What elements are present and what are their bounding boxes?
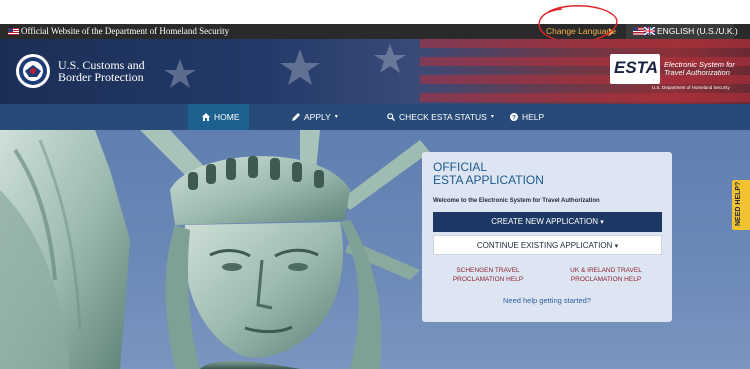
esta-department-text: U.S. Department of Homeland Security	[652, 85, 730, 90]
us-flag-icon	[8, 28, 19, 35]
nav-check-esta-status[interactable]: CHECK ESTA STATUS ▾	[387, 104, 494, 130]
schengen-proclamation-link[interactable]: SCHENGEN TRAVEL PROCLAMATION HELP	[438, 266, 538, 284]
nav-help[interactable]: ? HELP	[510, 104, 544, 130]
card-title: OFFICIAL ESTA APPLICATION	[433, 160, 544, 187]
create-new-application-button[interactable]: CREATE NEW APPLICATION ▾	[433, 212, 662, 232]
continue-existing-application-button[interactable]: CONTINUE EXISTING APPLICATION ▾	[433, 235, 662, 255]
home-icon	[202, 113, 210, 121]
caret-right-icon	[609, 28, 614, 36]
esta-logo: ESTA Electronic System for Travel Author…	[610, 54, 740, 92]
language-label[interactable]: ENGLISH (U.S./U.K.)	[657, 26, 738, 36]
caret-down-icon: ▾	[334, 114, 338, 120]
welcome-text: Welcome to the Electronic System for Tra…	[433, 198, 600, 204]
header-banner: U.S. Customs and Border Protection ESTA …	[0, 39, 750, 104]
esta-application-card: OFFICIAL ESTA APPLICATION Welcome to the…	[422, 152, 672, 322]
need-help-tab[interactable]: NEED HELP?	[732, 180, 750, 230]
dhs-seal-logo	[16, 54, 50, 88]
caret-down-icon: ▾	[614, 243, 619, 250]
esta-description: Electronic System for Travel Authorizati…	[664, 60, 735, 77]
nav-home[interactable]: HOME	[188, 104, 249, 130]
official-website-text: Official Website of the Department of Ho…	[21, 26, 230, 36]
agency-name: U.S. Customs and Border Protection	[58, 58, 145, 84]
main-nav: HOME APPLY ▾ CHECK ESTA STATUS ▾ ? HELP	[0, 104, 750, 130]
change-language-link[interactable]: Change Language	[546, 26, 616, 36]
pencil-icon	[292, 113, 300, 121]
svg-text:?: ?	[512, 114, 516, 121]
esta-logo-text: ESTA	[614, 58, 659, 77]
us-uk-flag-icon	[633, 27, 655, 35]
gov-bar: Official Website of the Department of Ho…	[0, 24, 750, 39]
caret-down-icon: ▾	[490, 114, 494, 120]
uk-ireland-proclamation-link[interactable]: UK & IRELAND TRAVEL PROCLAMATION HELP	[556, 266, 656, 284]
search-icon	[387, 113, 395, 121]
need-help-getting-started-link[interactable]: Need help getting started?	[422, 296, 672, 305]
caret-down-icon: ▾	[600, 219, 604, 226]
nav-apply[interactable]: APPLY ▾	[292, 104, 338, 130]
question-icon: ?	[510, 113, 518, 121]
